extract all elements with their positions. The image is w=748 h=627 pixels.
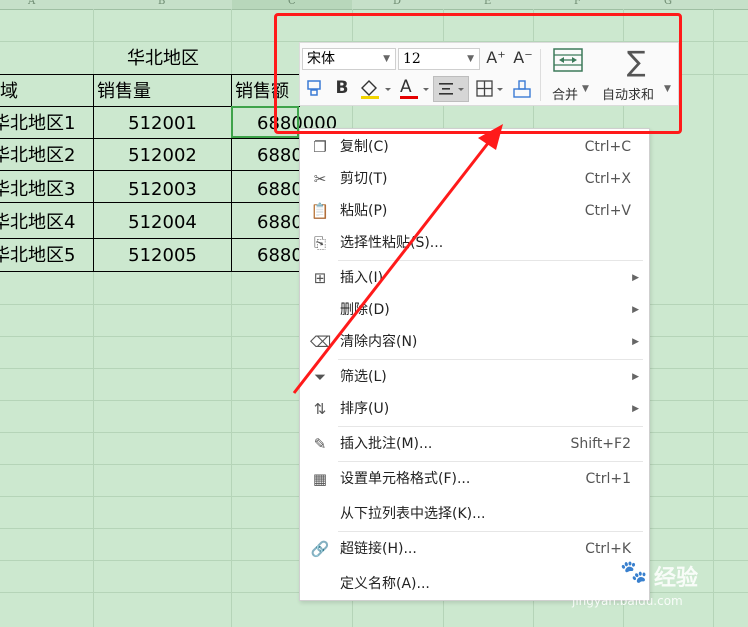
- arrow-head: [478, 124, 503, 150]
- paw-icon: 🐾: [620, 560, 648, 585]
- annotation-arrow: [292, 124, 503, 394]
- watermark-brand-cn: 经验: [654, 566, 699, 591]
- watermark-brand: Bai: [570, 558, 617, 588]
- watermark: Bai 🐾 经验 jingyan.baidu.com: [568, 558, 748, 613]
- watermark-url: jingyan.baidu.com: [572, 594, 683, 608]
- arrow-shaft: [292, 137, 494, 394]
